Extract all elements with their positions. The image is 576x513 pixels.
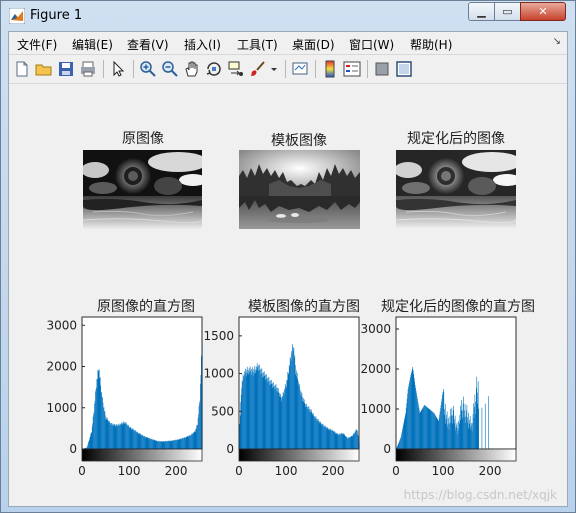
- menu-edit[interactable]: 编辑(E): [72, 36, 113, 53]
- matched-histogram-bar: [478, 408, 479, 449]
- legend-icon[interactable]: [343, 60, 361, 78]
- open-icon[interactable]: [35, 60, 53, 78]
- figure-toolbar: [9, 54, 567, 84]
- menu-bar: 文件(F) 编辑(E) 查看(V) 插入(I) 工具(T) 桌面(D) 窗口(W…: [9, 32, 567, 54]
- menu-view[interactable]: 查看(V): [127, 36, 169, 53]
- link-plot-icon[interactable]: [291, 60, 309, 78]
- matlab-logo-icon: [9, 8, 25, 24]
- colorbar-icon[interactable]: [321, 60, 339, 78]
- menu-file[interactable]: 文件(F): [17, 36, 57, 53]
- menu-overflow-icon[interactable]: ↘: [553, 36, 561, 47]
- template-xtick-label: 200: [322, 464, 345, 478]
- matched-ytick-label: 3000: [360, 322, 391, 336]
- toolbar-separator: [315, 60, 316, 78]
- pan-icon[interactable]: [183, 60, 201, 78]
- matched-xtick-label: 0: [392, 464, 400, 478]
- show-plot-tools-icon[interactable]: [395, 60, 413, 78]
- menu-tools[interactable]: 工具(T): [237, 36, 278, 53]
- template-ytick-label: 1500: [203, 329, 234, 343]
- menu-desktop[interactable]: 桌面(D): [292, 36, 335, 53]
- zoom-out-icon[interactable]: [161, 60, 179, 78]
- figure-client-area: 文件(F) 编辑(E) 查看(V) 插入(I) 工具(T) 桌面(D) 窗口(W…: [8, 31, 568, 507]
- original-grayscale-colorbar: [81, 448, 203, 462]
- original-ytick-label: 1000: [46, 401, 77, 415]
- matched-grayscale-colorbar: [395, 448, 517, 462]
- original-ytick-label: 0: [69, 442, 77, 456]
- zoom-in-icon[interactable]: [139, 60, 157, 78]
- toolbar-separator: [367, 60, 368, 78]
- figure-window: Figure 1 ▁ ▭ ✕ 文件(F) 编辑(E) 查看(V) 插入(I) 工…: [0, 0, 576, 513]
- close-button[interactable]: ✕: [520, 2, 566, 21]
- original-xtick-label: 100: [118, 464, 141, 478]
- original-xtick-label: 200: [165, 464, 188, 478]
- data-cursor-icon[interactable]: [227, 60, 245, 78]
- watermark-text: https://blog.csdn.net/xqjk: [403, 488, 557, 502]
- matched-histogram-bar: [484, 403, 486, 449]
- template-ytick-label: 500: [211, 404, 234, 418]
- matched-histogram-bar: [481, 407, 483, 449]
- original-xtick-label: 0: [78, 464, 86, 478]
- pointer-icon[interactable]: [109, 60, 127, 78]
- original-ytick-label: 2000: [46, 360, 77, 374]
- hide-plot-tools-icon[interactable]: [373, 60, 391, 78]
- close-icon: ✕: [538, 5, 548, 18]
- matched-xtick-label: 200: [479, 464, 502, 478]
- maximize-icon: ▭: [502, 5, 513, 18]
- toolbar-separator: [285, 60, 286, 78]
- template-xtick-label: 100: [275, 464, 298, 478]
- maximize-button[interactable]: ▭: [494, 2, 521, 21]
- matched-ytick-label: 1000: [360, 402, 391, 416]
- rotate-3d-icon[interactable]: [205, 60, 223, 78]
- minimize-button[interactable]: ▁: [468, 2, 495, 21]
- matched-xtick-label: 100: [432, 464, 455, 478]
- brush-dropdown-icon[interactable]: [269, 60, 279, 78]
- matched-histogram-bar: [488, 396, 489, 449]
- template-ytick-label: 1000: [203, 367, 234, 381]
- menu-window[interactable]: 窗口(W): [349, 36, 394, 53]
- new-figure-icon[interactable]: [13, 60, 31, 78]
- save-icon[interactable]: [57, 60, 75, 78]
- template-ytick-label: 0: [226, 442, 234, 456]
- menu-help[interactable]: 帮助(H): [410, 36, 452, 53]
- toolbar-separator: [103, 60, 104, 78]
- menu-insert[interactable]: 插入(I): [184, 36, 221, 53]
- print-icon[interactable]: [79, 60, 97, 78]
- histogram-plots: 01000200030000 100 2000500100015000 100 2000…: [46, 316, 517, 478]
- template-xtick-label: 0: [235, 464, 243, 478]
- figure-canvas: 原图像 模板图像 规定化后的图像 原图像的直方图 模板图像的直方图 规定化后的图…: [9, 84, 567, 506]
- matched-ytick-label: 0: [383, 442, 391, 456]
- title-bar[interactable]: Figure 1 ▁ ▭ ✕: [1, 1, 575, 31]
- window-title: Figure 1: [30, 8, 83, 23]
- minimize-icon: ▁: [477, 5, 486, 18]
- matched-ytick-label: 2000: [360, 362, 391, 376]
- toolbar-separator: [133, 60, 134, 78]
- template-grayscale-colorbar: [238, 448, 360, 462]
- brush-icon[interactable]: [249, 60, 267, 78]
- original-ytick-label: 3000: [46, 318, 77, 332]
